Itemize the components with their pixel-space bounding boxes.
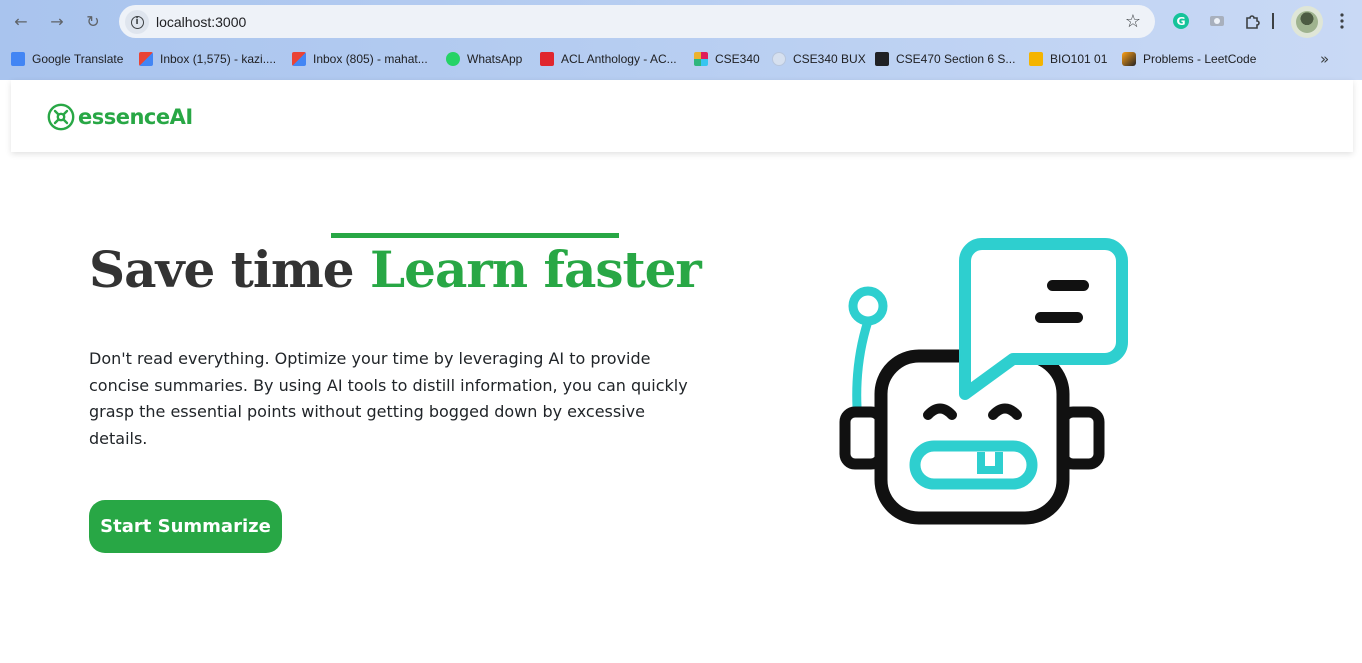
bookmark-inbox-kazi[interactable]: Inbox (1,575) - kazi....	[139, 50, 276, 68]
bookmark-cse340-bux[interactable]: CSE340 BUX	[772, 50, 866, 68]
logo-text: essenceAI	[78, 105, 193, 129]
url-text[interactable]: localhost:3000	[156, 14, 246, 30]
bookmarks-overflow-icon[interactable]: »	[1320, 50, 1329, 68]
bookmark-cse470[interactable]: CSE470 Section 6 S...	[875, 50, 1015, 68]
toolbar-divider	[1270, 11, 1276, 31]
headline-accent: Learn faster	[370, 240, 702, 299]
slack-icon	[694, 52, 708, 66]
bookmark-leetcode[interactable]: Problems - LeetCode	[1122, 50, 1256, 68]
chat-bubble-icon	[772, 52, 786, 66]
extensions-puzzle-icon[interactable]	[1243, 11, 1263, 31]
leetcode-icon	[1122, 52, 1136, 66]
site-logo[interactable]: essenceAI	[47, 103, 193, 131]
logo-icon	[47, 103, 75, 131]
hero-headline: Save time Learn faster	[89, 240, 702, 299]
bookmark-label: CSE340	[715, 52, 760, 66]
start-summarize-button[interactable]: Start Summarize	[89, 500, 282, 553]
grammarly-extension-icon[interactable]: G	[1171, 11, 1191, 31]
site-info-icon[interactable]: i	[125, 10, 149, 34]
menu-kebab-icon[interactable]	[1332, 11, 1352, 31]
bookmark-label: WhatsApp	[467, 52, 523, 66]
reload-icon[interactable]: ↻	[82, 10, 104, 32]
screenshot-extension-icon[interactable]	[1207, 11, 1227, 31]
google-translate-icon	[11, 52, 25, 66]
bookmark-label: CSE470 Section 6 S...	[896, 52, 1016, 66]
bookmark-label: CSE340 BUX	[793, 52, 866, 66]
bookmark-label: Problems - LeetCode	[1143, 52, 1257, 66]
bookmark-label: ACL Anthology - AC...	[561, 52, 677, 66]
headline-plain: Save time	[89, 240, 370, 299]
bookmark-star-icon[interactable]: ☆	[1125, 11, 1141, 32]
bookmark-label: Inbox (1,575) - kazi....	[160, 52, 277, 66]
headline-accent-bar	[331, 233, 619, 238]
bookmarks-bar: Google Translate Inbox (1,575) - kazi...…	[0, 46, 1362, 72]
bookmark-acl-anthology[interactable]: ACL Anthology - AC...	[540, 50, 677, 68]
gmail-icon	[139, 52, 153, 66]
profile-avatar[interactable]	[1291, 6, 1323, 38]
whatsapp-icon	[446, 52, 460, 66]
svg-text:G: G	[1176, 15, 1185, 28]
site-navbar: essenceAI	[11, 80, 1353, 152]
address-bar[interactable]: i localhost:3000 ☆	[119, 5, 1155, 38]
bookmark-inbox-mahat[interactable]: Inbox (805) - mahat...	[292, 50, 428, 68]
browser-chrome: ← → ↻ i localhost:3000 ☆ G Google Transl…	[0, 0, 1362, 80]
acl-anthology-icon	[540, 52, 554, 66]
gmail-icon	[292, 52, 306, 66]
robot-chat-icon	[839, 238, 1128, 525]
classroom-icon	[1029, 52, 1043, 66]
back-icon[interactable]: ←	[10, 10, 32, 32]
hero-description: Don't read everything. Optimize your tim…	[89, 349, 688, 448]
bookmark-label: Inbox (805) - mahat...	[313, 52, 428, 66]
bookmark-cse340[interactable]: CSE340	[694, 50, 760, 68]
forward-icon[interactable]: →	[46, 10, 68, 32]
bookmark-label: Google Translate	[32, 52, 124, 66]
bookmark-label: BIO101 01	[1050, 52, 1108, 66]
bookmark-google-translate[interactable]: Google Translate	[11, 50, 123, 68]
browser-toolbar: ← → ↻ i localhost:3000 ☆ G	[0, 0, 1362, 42]
classroom-icon	[875, 52, 889, 66]
bookmark-whatsapp[interactable]: WhatsApp	[446, 50, 522, 68]
bookmark-bio101[interactable]: BIO101 01	[1029, 50, 1107, 68]
